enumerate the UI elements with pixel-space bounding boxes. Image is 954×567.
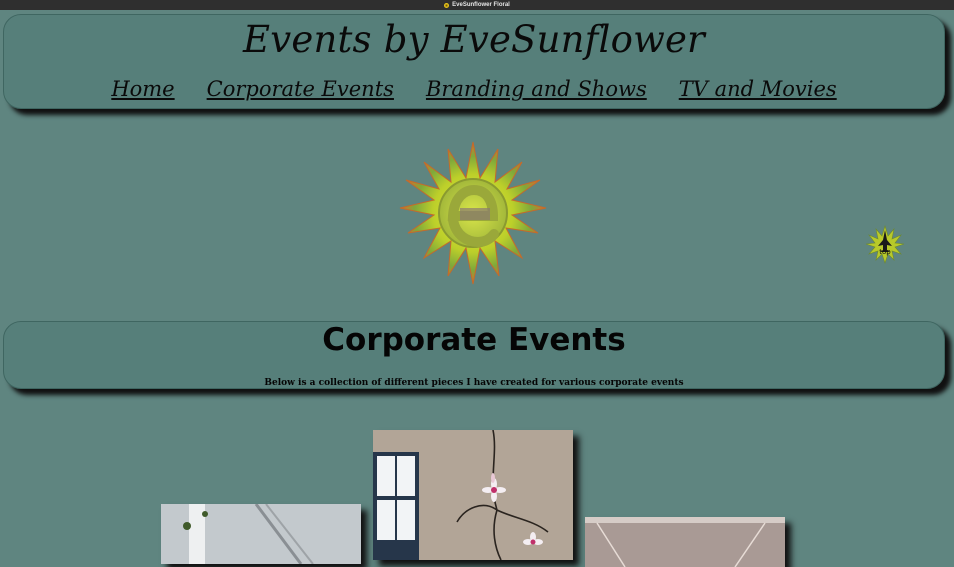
event-photo-right-image: [585, 517, 785, 567]
section-header: Corporate Events Below is a collection o…: [3, 321, 945, 389]
site-favicon-icon: [444, 2, 450, 8]
browser-title-bar: EveSunflower Floral: [0, 0, 954, 10]
sunflower-top-icon: [865, 224, 905, 264]
back-to-top-button[interactable]: top: [865, 224, 905, 264]
window-title: EveSunflower Floral: [452, 2, 510, 8]
nav-link-home[interactable]: Home: [111, 77, 174, 101]
nav-link-branding-and-shows[interactable]: Branding and Shows: [426, 77, 647, 101]
event-photo-right[interactable]: [585, 517, 785, 567]
sunflower-logo-icon: [399, 141, 547, 285]
nav-link-corporate-events[interactable]: Corporate Events: [207, 77, 394, 101]
nav-link-tv-and-movies[interactable]: TV and Movies: [679, 77, 837, 101]
event-photo-center[interactable]: [373, 430, 573, 560]
event-photo-left-image: [161, 504, 361, 564]
top-button-label: top: [879, 248, 891, 256]
section-description: Below is a collection of different piece…: [264, 378, 684, 388]
event-photo-left[interactable]: [161, 504, 361, 564]
section-title: Corporate Events: [322, 322, 626, 358]
site-title: Events by EveSunflower: [243, 18, 705, 61]
main-nav: Home Corporate Events Branding and Shows…: [4, 77, 944, 101]
site-header: Events by EveSunflower Home Corporate Ev…: [3, 14, 945, 109]
event-photo-center-image: [373, 430, 573, 560]
